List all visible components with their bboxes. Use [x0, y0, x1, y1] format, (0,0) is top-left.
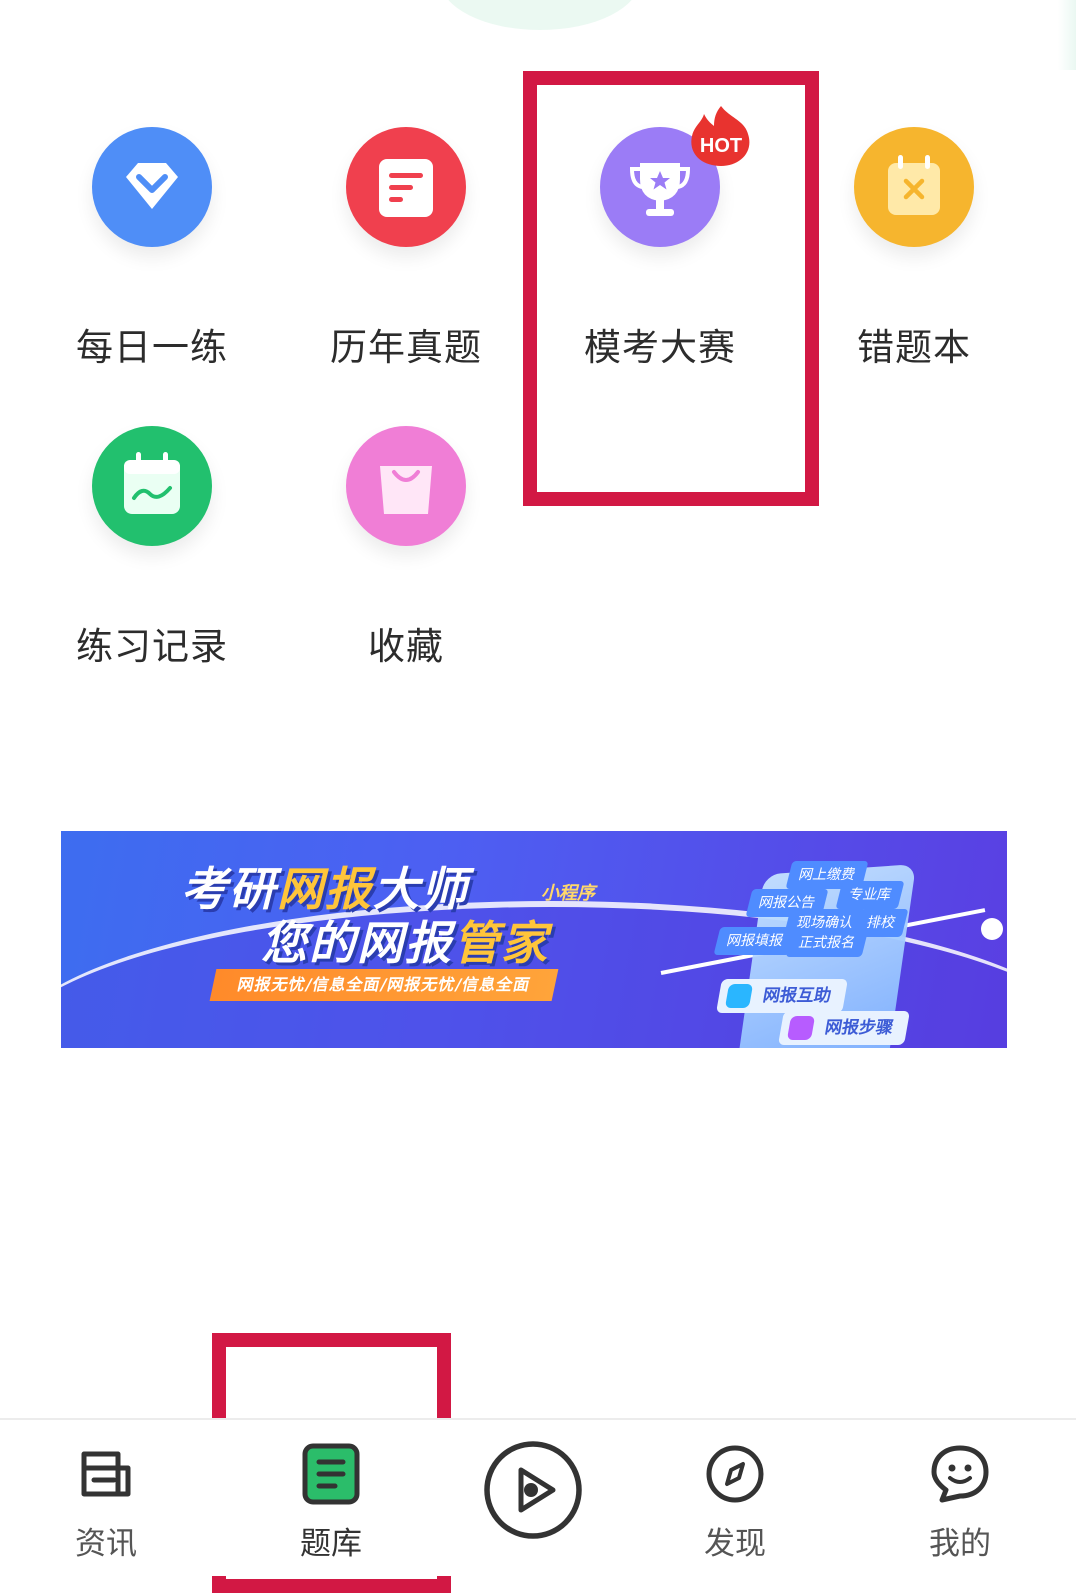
nav-item-play[interactable]	[453, 1420, 613, 1576]
question-bank-icon	[302, 1443, 360, 1505]
grid-item-label: 历年真题	[330, 326, 482, 369]
banner-dot	[981, 918, 1003, 940]
calendar-x-icon	[854, 127, 974, 247]
steps-icon	[786, 1016, 816, 1040]
banner-card: 专业库	[835, 881, 905, 909]
nav-label: 资讯	[75, 1526, 137, 1562]
banner-title-line2: 您的网报管家	[261, 907, 549, 973]
banner-card: 正式报名	[785, 929, 869, 957]
hot-flame-icon: HOT	[691, 106, 750, 166]
banner-text: 您的网报	[261, 916, 453, 970]
shopping-bag-icon	[346, 426, 466, 546]
grid-item-practice-record[interactable]: 练习记录	[52, 426, 252, 686]
help-icon	[724, 984, 754, 1008]
banner-steps-label: 网报步骤	[823, 1018, 895, 1038]
grid-item-label: 练习记录	[76, 625, 228, 668]
banner-steps-card: 网报步骤	[778, 1011, 910, 1045]
nav-label: 题库	[300, 1526, 362, 1562]
top-decoration-right	[1058, 0, 1076, 70]
diamond-check-icon	[92, 127, 212, 247]
grid-item-label: 每日一练	[76, 326, 228, 369]
nav-item-news[interactable]: 资讯	[26, 1420, 186, 1576]
news-icon	[81, 1451, 131, 1497]
grid-item-past-papers[interactable]: 历年真题	[306, 127, 506, 387]
top-decoration	[440, 0, 640, 30]
mini-program-tag: 小程序	[541, 883, 595, 904]
nav-label: 我的	[929, 1526, 991, 1562]
grid-item-daily-practice[interactable]: 每日一练	[52, 127, 252, 387]
nav-item-me[interactable]: 我的	[880, 1420, 1040, 1576]
nav-item-question-bank[interactable]: 题库	[251, 1420, 411, 1576]
grid-item-label: 模考大赛	[584, 326, 736, 369]
banner-help-label: 网报互助	[761, 986, 833, 1006]
banner-help-card: 网报互助	[716, 979, 848, 1013]
grid-item-label: 收藏	[368, 625, 444, 668]
nav-label: 发现	[704, 1526, 766, 1562]
grid-item-wrong-questions[interactable]: 错题本	[814, 127, 1014, 387]
nav-item-discover[interactable]: 发现	[655, 1420, 815, 1576]
calendar-chart-icon	[92, 426, 212, 546]
play-circle-icon	[484, 1441, 582, 1539]
grid-item-favorites[interactable]: 收藏	[306, 426, 506, 686]
hot-badge-text: HOT	[700, 135, 742, 157]
banner-text-highlight: 管家	[453, 916, 549, 970]
grid-item-label: 错题本	[857, 326, 971, 369]
bottom-nav: 资讯 题库 发现 我的	[0, 1418, 1076, 1576]
document-icon	[346, 127, 466, 247]
smile-chat-icon	[931, 1445, 989, 1503]
promo-banner[interactable]: 考研网报大师 小程序 您的网报管家 网报无忧/信息全面/网报无忧/信息全面 网上…	[61, 831, 1007, 1048]
banner-slogan-strip: 网报无忧/信息全面/网报无忧/信息全面	[209, 969, 559, 1001]
banner-card: 网报填报	[713, 927, 797, 955]
compass-icon	[706, 1445, 764, 1503]
